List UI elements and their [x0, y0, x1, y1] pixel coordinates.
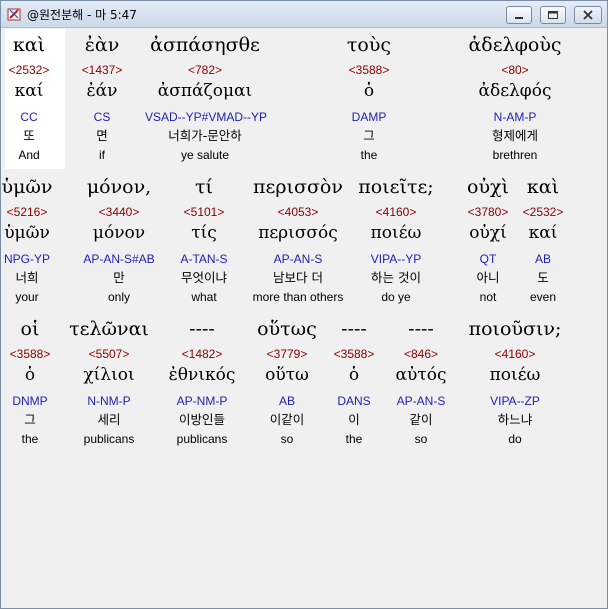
- english-gloss: the: [360, 148, 378, 162]
- strong-number[interactable]: <2532>: [483, 205, 603, 219]
- app-window: @원전분해 - 마 5:47 καὶ <2532> καί CC 또 And ἐὰν <143…: [0, 0, 608, 609]
- minimize-button[interactable]: [506, 6, 532, 24]
- korean-gloss: 하느냐: [497, 412, 533, 427]
- korean-gloss: 도: [537, 270, 549, 285]
- parsing-code: VSAD--YP#VMAD--YP: [145, 110, 268, 124]
- interlinear-view[interactable]: καὶ <2532> καί CC 또 And ἐὰν <1437> ἐάν CS 면 if ἀσπάσ…: [2, 29, 604, 605]
- korean-gloss: 너희가-문안하: [168, 128, 242, 143]
- english-gloss: ye salute: [180, 148, 230, 162]
- lemma: καί: [528, 223, 558, 243]
- strong-number[interactable]: <782>: [145, 63, 265, 77]
- korean-gloss: 면: [96, 128, 108, 143]
- strong-number[interactable]: <3588>: [309, 63, 429, 77]
- english-gloss: even: [529, 290, 557, 304]
- greek-word[interactable]: καὶ: [483, 175, 603, 199]
- bible-app-icon: [6, 6, 22, 22]
- lemma: ἀσπάζομαι: [157, 81, 253, 101]
- strong-number[interactable]: <80>: [455, 63, 575, 77]
- parsing-code: DAMP: [351, 110, 387, 124]
- greek-word[interactable]: ἀδελφοὺς: [455, 33, 575, 57]
- lemma: ἀδελφός: [478, 81, 552, 101]
- lemma: ὁ: [363, 81, 375, 101]
- strong-number[interactable]: <1437>: [42, 63, 162, 77]
- greek-word[interactable]: ἀσπάσησθε: [145, 33, 265, 57]
- maximize-icon: [548, 11, 558, 19]
- english-gloss: if: [99, 148, 105, 162]
- close-icon: [583, 10, 593, 20]
- greek-word[interactable]: ποιοῦσιν;: [455, 317, 575, 341]
- strong-number[interactable]: <4160>: [455, 347, 575, 361]
- title-bar[interactable]: @원전분해 - 마 5:47: [1, 1, 607, 28]
- parsing-code: N-AM-P: [493, 110, 537, 124]
- close-button[interactable]: [574, 6, 602, 24]
- window-title: @원전분해 - 마 5:47: [27, 8, 137, 22]
- korean-gloss: 그: [363, 128, 375, 143]
- minimize-icon: [515, 17, 523, 19]
- parsing-code: CS: [93, 110, 111, 124]
- parsing-code: AB: [534, 252, 551, 266]
- greek-word[interactable]: ἐὰν: [42, 33, 162, 57]
- korean-gloss: 형제에게: [491, 128, 538, 143]
- english-gloss: brethren: [492, 148, 538, 162]
- maximize-button[interactable]: [540, 6, 566, 24]
- parsing-code: VIPA--ZP: [490, 394, 540, 408]
- greek-word[interactable]: τοὺς: [309, 33, 429, 57]
- english-gloss: do: [508, 432, 522, 446]
- lemma: ποιέω: [489, 365, 541, 385]
- lemma: ἐάν: [86, 81, 118, 101]
